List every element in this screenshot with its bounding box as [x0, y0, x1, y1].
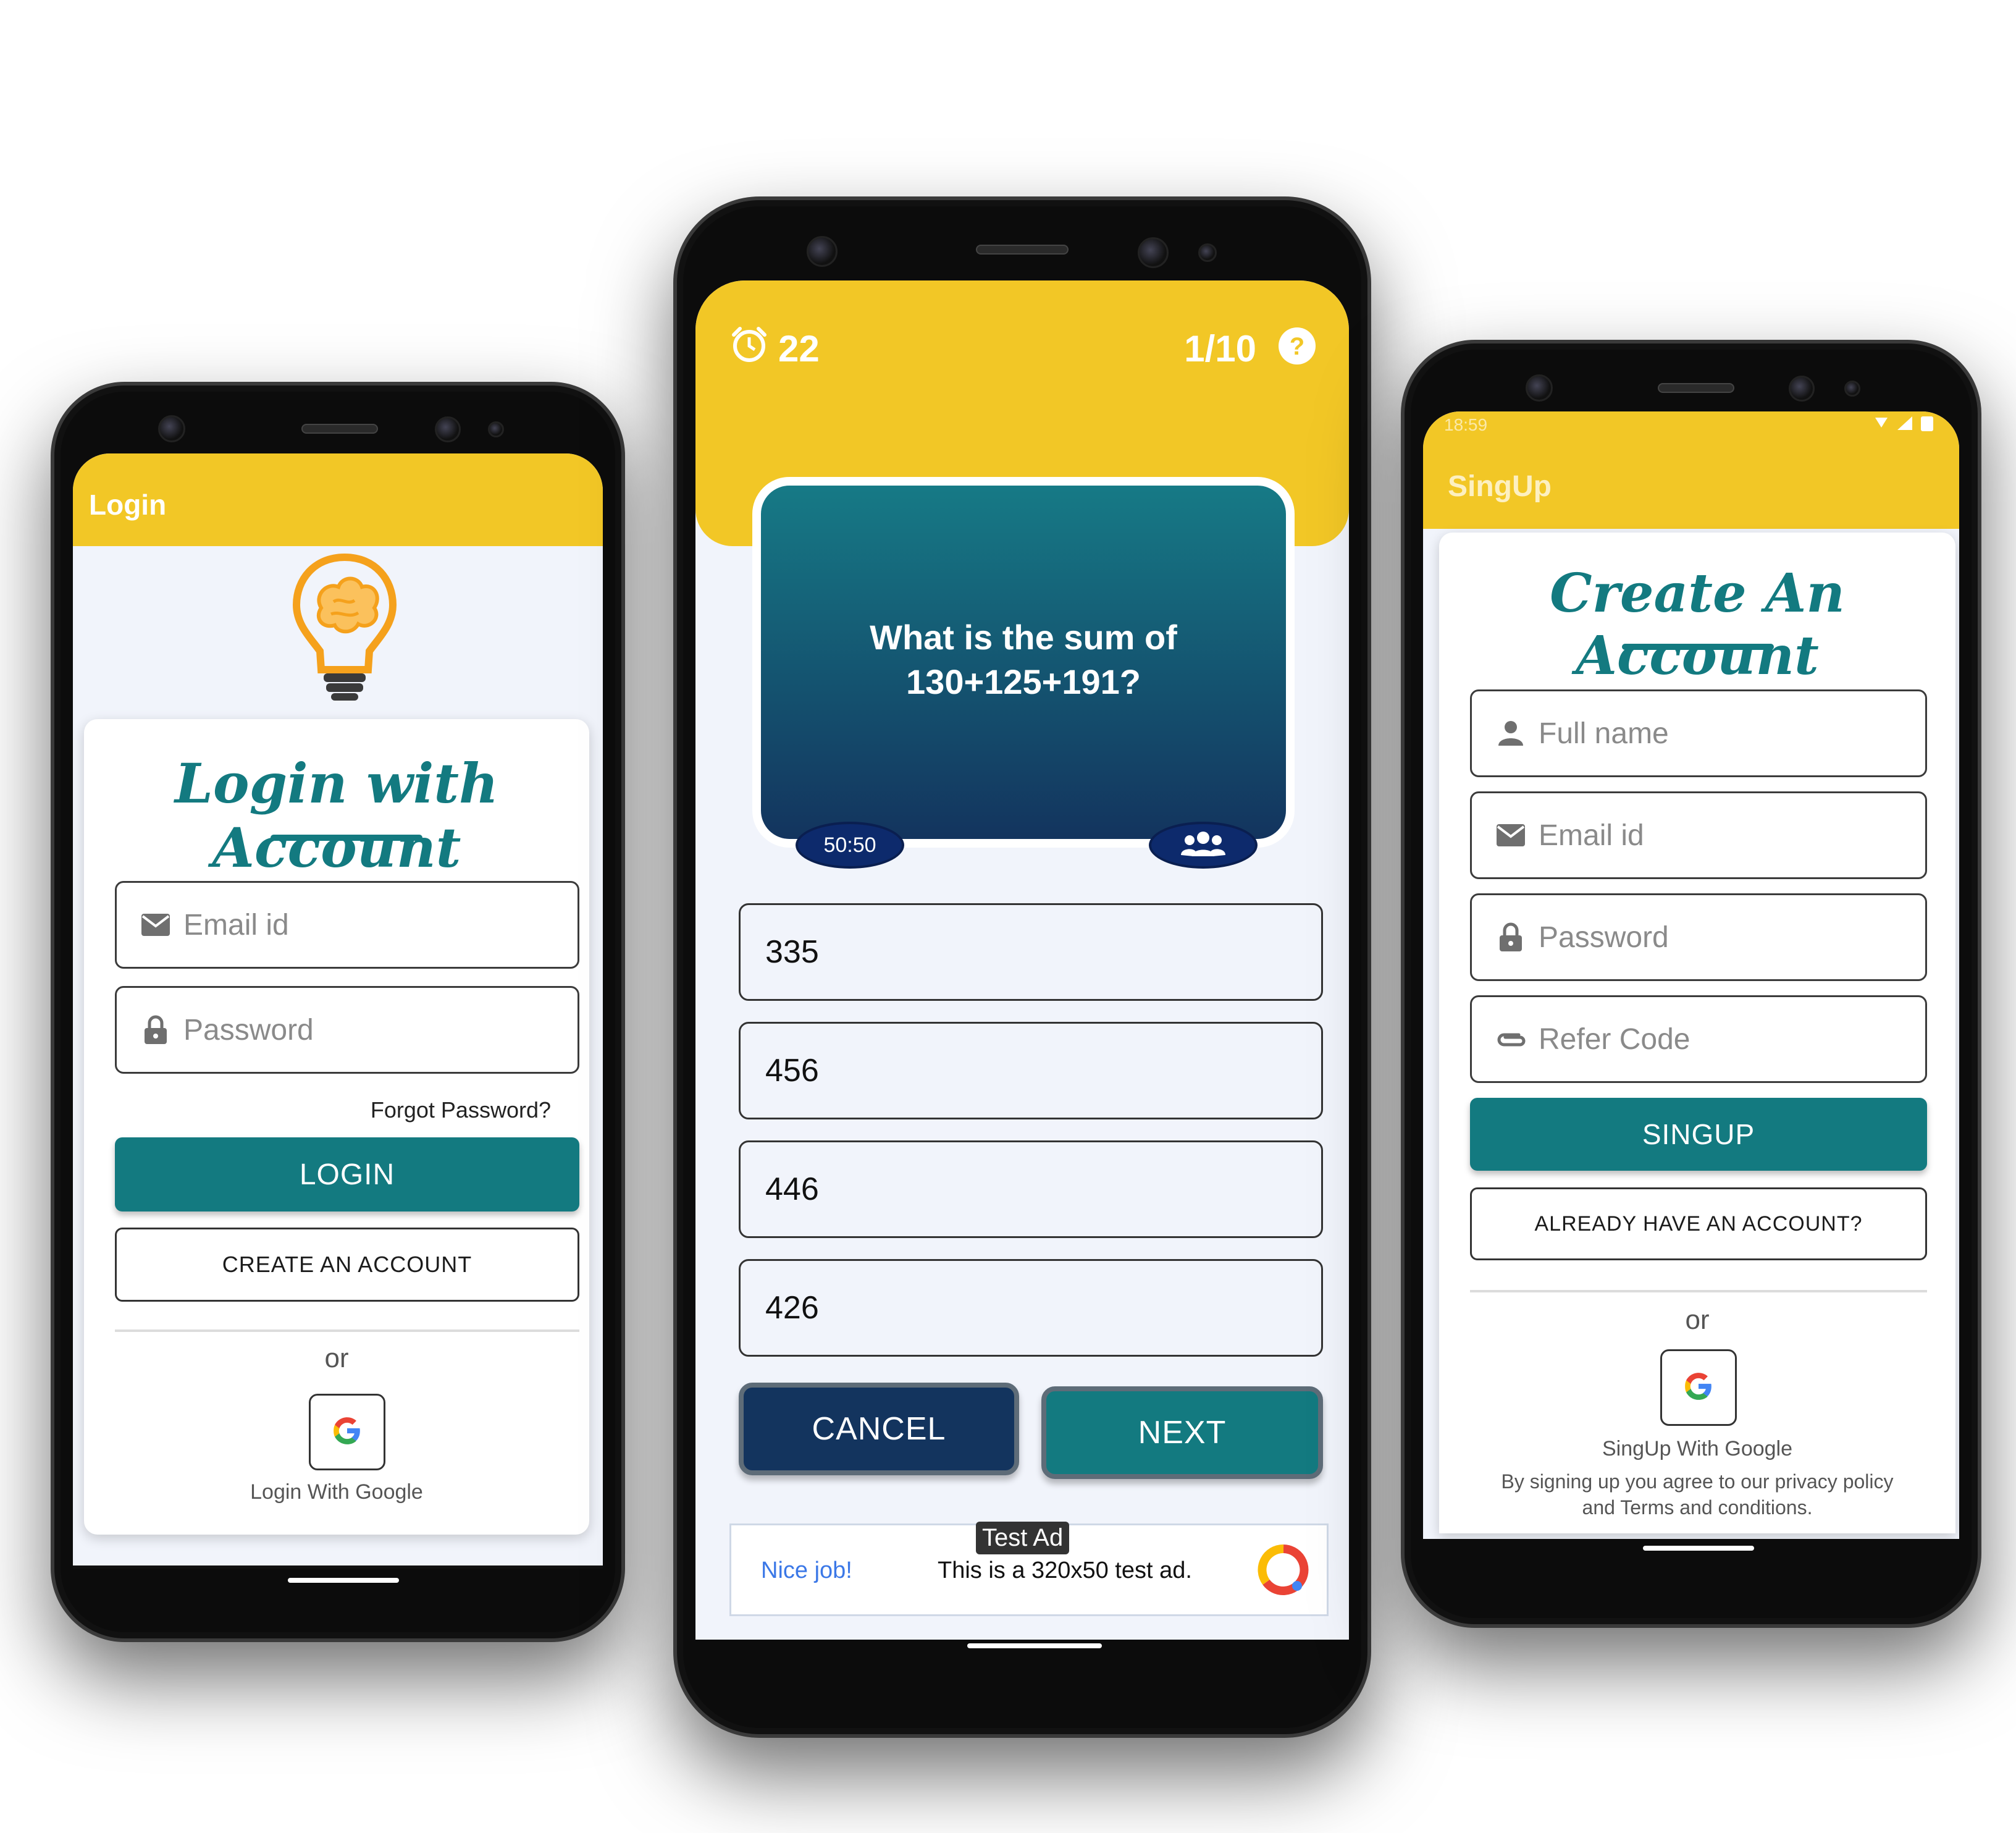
password-field[interactable]: [1470, 893, 1927, 981]
signup-screen: 18:59 SingUp Create An Account Full name…: [1423, 411, 1959, 1539]
timer-value: 22: [778, 328, 820, 369]
or-label: or: [324, 1343, 349, 1373]
answer-option-1[interactable]: 335: [739, 903, 1323, 1001]
already-have-account-button[interactable]: ALREADY HAVE AN ACCOUNT?: [1470, 1187, 1927, 1260]
answer-option-4[interactable]: 426: [739, 1259, 1323, 1357]
phone-login: Login Login with Account Email id Forgot…: [51, 382, 625, 1642]
lock-icon: [1494, 921, 1527, 954]
google-signup-button[interactable]: [1660, 1349, 1737, 1426]
person-icon: [1494, 717, 1527, 750]
email-input[interactable]: [1539, 818, 1925, 853]
fifty-fifty-label: 50:50: [823, 833, 876, 857]
email-input[interactable]: [183, 908, 578, 942]
ad-nice-job: Nice job!: [761, 1557, 852, 1583]
sensor: [1789, 376, 1815, 402]
login-card: Login with Account Forgot Password? LOGI…: [84, 719, 589, 1535]
fifty-fifty-lifeline[interactable]: 50:50: [796, 822, 904, 869]
divider: [115, 1329, 579, 1332]
test-ad-badge: Test Ad: [976, 1522, 1070, 1554]
attachment-icon: [1494, 1022, 1527, 1056]
status-time: 18:59: [1444, 415, 1488, 434]
alarm-clock-icon: [730, 325, 768, 366]
terms-line-1: By signing up you agree to our privacy p…: [1501, 1470, 1894, 1493]
question-card: What is the sum of 130+125+191?: [752, 477, 1295, 848]
signup-card: Create An Account Full name Email id Ref…: [1439, 533, 1955, 1533]
login-button[interactable]: LOGIN: [115, 1137, 579, 1211]
google-icon: [332, 1415, 363, 1449]
google-icon: [1683, 1371, 1714, 1405]
sensor-small: [488, 421, 504, 437]
signup-heading: Create An Account: [1550, 562, 1845, 687]
create-account-button[interactable]: CREATE AN ACCOUNT: [115, 1228, 579, 1302]
refer-code-input[interactable]: [1539, 1022, 1925, 1056]
signup-button[interactable]: SINGUP: [1470, 1098, 1927, 1171]
bulb-brain-logo: [289, 552, 400, 704]
phone-signup: 18:59 SingUp Create An Account Full name…: [1401, 340, 1981, 1628]
home-indicator[interactable]: [288, 1578, 399, 1583]
email-icon: [139, 908, 172, 942]
audience-lifeline[interactable]: [1149, 822, 1258, 869]
answer-option-3[interactable]: 446: [739, 1140, 1323, 1238]
front-camera: [158, 415, 185, 442]
earpiece-speaker: [301, 424, 378, 434]
ad-logo-icon: [1258, 1544, 1309, 1599]
app-bar-title: Login: [89, 489, 167, 521]
password-field[interactable]: [115, 986, 579, 1074]
password-input[interactable]: [1539, 920, 1925, 954]
progress-counter: 1/10: [1184, 328, 1256, 369]
app-bar: 18:59 SingUp: [1423, 411, 1959, 529]
app-bar: Login: [73, 453, 603, 546]
answer-option-2[interactable]: 456: [739, 1022, 1323, 1119]
refer-code-field[interactable]: [1470, 995, 1927, 1083]
sensor: [1138, 237, 1169, 268]
heading-underline: [1622, 644, 1774, 650]
quiz-screen: 22 1/10 ? What is the sum of 130+125+191…: [695, 280, 1349, 1640]
email-icon: [1494, 819, 1527, 852]
test-ad-banner[interactable]: Test Ad Nice job! This is a 320x50 test …: [729, 1522, 1329, 1616]
phone-quiz: 22 1/10 ? What is the sum of 130+125+191…: [673, 196, 1371, 1738]
next-button[interactable]: NEXT: [1041, 1386, 1323, 1479]
lock-icon: [139, 1013, 172, 1047]
earpiece-speaker: [976, 245, 1069, 255]
forgot-password-link[interactable]: Forgot Password?: [371, 1097, 551, 1123]
home-indicator[interactable]: [967, 1643, 1102, 1648]
heading-underline: [271, 835, 422, 841]
sensor-small: [1844, 381, 1860, 397]
app-bar-title: SingUp: [1448, 470, 1552, 503]
google-login-label: Login With Google: [250, 1480, 423, 1504]
help-icon[interactable]: ?: [1277, 326, 1317, 369]
ad-text: This is a 320x50 test ad.: [938, 1557, 1192, 1583]
login-screen: Login Login with Account Email id Forgot…: [73, 453, 603, 1569]
svg-text:?: ?: [1290, 333, 1304, 360]
email-field[interactable]: [1470, 791, 1927, 879]
question-text: What is the sum of 130+125+191?: [870, 618, 1177, 701]
fullname-input[interactable]: [1539, 716, 1925, 751]
home-indicator[interactable]: [1643, 1546, 1754, 1551]
earpiece-speaker: [1658, 383, 1734, 393]
terms-line-2[interactable]: and Terms and conditions.: [1439, 1496, 1955, 1519]
front-camera: [807, 236, 838, 267]
login-heading: Login with Account: [175, 751, 498, 880]
google-login-button[interactable]: [309, 1394, 385, 1470]
divider: [1470, 1290, 1927, 1292]
nav-area: [73, 1565, 603, 1569]
status-icons: [1873, 414, 1941, 436]
email-field[interactable]: [115, 881, 579, 969]
or-label: or: [1685, 1305, 1710, 1335]
cancel-button[interactable]: CANCEL: [739, 1383, 1019, 1475]
fullname-field[interactable]: [1470, 689, 1927, 777]
audience-icon: [1180, 830, 1227, 861]
google-signup-label: SingUp With Google: [1602, 1437, 1793, 1460]
front-camera: [1526, 374, 1553, 402]
password-input[interactable]: [183, 1013, 578, 1047]
sensor: [435, 416, 461, 442]
sensor-small: [1198, 243, 1217, 262]
